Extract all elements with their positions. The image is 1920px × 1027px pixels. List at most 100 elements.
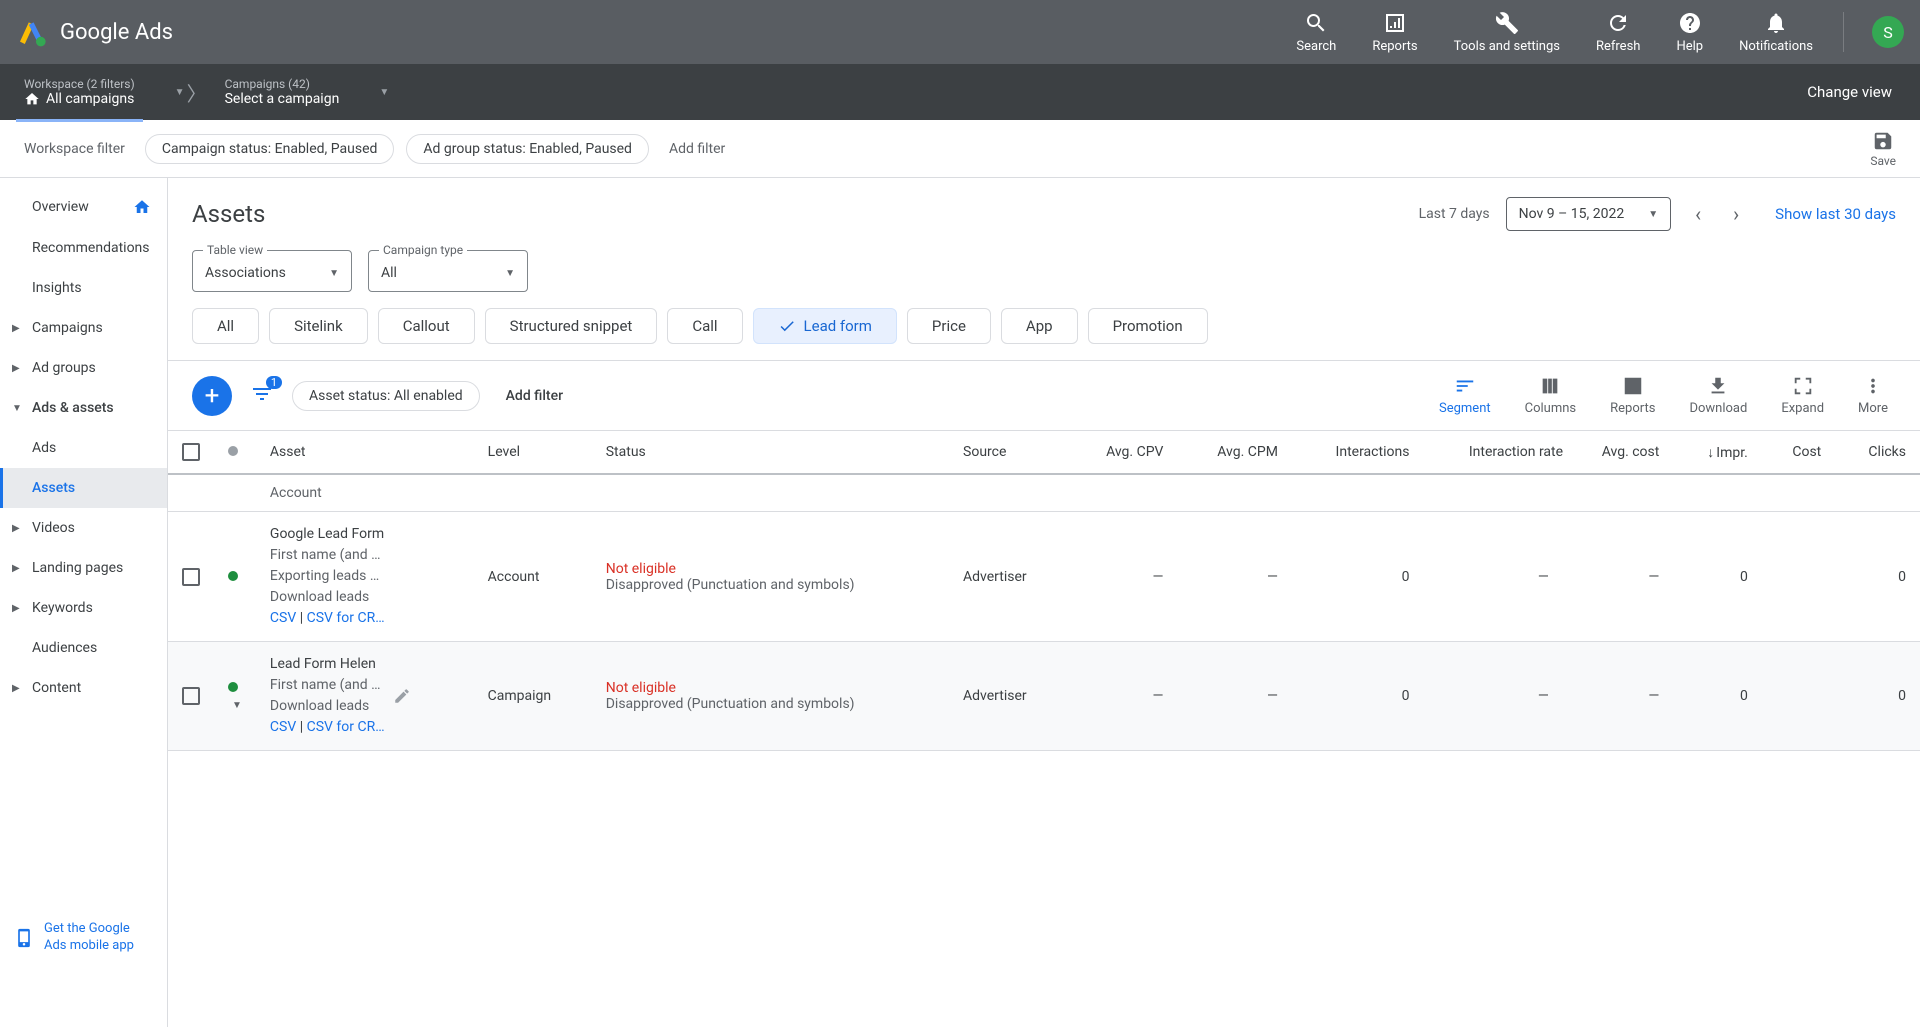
date-prev-button[interactable]: ‹: [1687, 194, 1709, 234]
tab-promotion[interactable]: Promotion: [1088, 308, 1208, 344]
col-avg-cpv[interactable]: Avg. CPV: [1067, 431, 1177, 474]
change-view-link[interactable]: Change view: [1787, 83, 1912, 101]
tab-app[interactable]: App: [1001, 308, 1078, 344]
sidebar-item-assets[interactable]: Assets: [0, 468, 167, 508]
nav-bar: Workspace (2 filters) All campaigns ▼ 〉 …: [0, 64, 1920, 120]
status-text: Not eligible: [606, 680, 935, 696]
filter-chip-adgroup-status[interactable]: Ad group status: Enabled, Paused: [406, 134, 649, 164]
expand-button[interactable]: Expand: [1773, 375, 1832, 416]
filter-chip-asset-status[interactable]: Asset status: All enabled: [292, 381, 480, 411]
sidebar-item-recommendations[interactable]: Recommendations: [0, 228, 167, 268]
chevron-right-icon: ▶: [12, 523, 22, 534]
chevron-down-icon[interactable]: ▼: [232, 700, 242, 711]
filter-count-badge: 1: [266, 376, 282, 389]
col-avg-cpm[interactable]: Avg. CPM: [1177, 431, 1291, 474]
row-checkbox[interactable]: [182, 568, 200, 586]
logo[interactable]: Google Ads: [16, 16, 173, 48]
filter-button[interactable]: 1: [250, 382, 274, 410]
edit-icon[interactable]: [393, 687, 411, 705]
download-button[interactable]: Download: [1681, 375, 1755, 416]
table-toolbar: + 1 Asset status: All enabled Add filter…: [168, 360, 1920, 431]
sidebar-item-ads-assets[interactable]: ▼Ads & assets: [0, 388, 167, 428]
csv-link[interactable]: CSV: [270, 610, 296, 626]
tab-all[interactable]: All: [192, 308, 259, 344]
google-ads-logo-icon: [16, 16, 48, 48]
tab-price[interactable]: Price: [907, 308, 991, 344]
chevron-down-icon: ▼: [329, 268, 339, 279]
add-filter-link[interactable]: Add filter: [498, 388, 571, 404]
chart-icon: [1622, 375, 1644, 397]
tab-lead-form[interactable]: Lead form: [753, 308, 897, 344]
home-icon: [24, 91, 40, 107]
col-cost[interactable]: Cost: [1762, 431, 1835, 474]
search-button[interactable]: Search: [1278, 11, 1354, 54]
col-avg-cost[interactable]: Avg. cost: [1563, 431, 1674, 474]
workspace-selector[interactable]: Workspace (2 filters) All campaigns: [8, 71, 151, 113]
sidebar-item-campaigns[interactable]: ▶Campaigns: [0, 308, 167, 348]
date-next-button[interactable]: ›: [1725, 194, 1747, 234]
tools-button[interactable]: Tools and settings: [1436, 11, 1578, 54]
chevron-right-icon: ▶: [12, 363, 22, 374]
col-asset[interactable]: Asset: [256, 431, 474, 474]
save-icon: [1872, 130, 1894, 152]
status-text: Not eligible: [606, 561, 935, 577]
add-button[interactable]: +: [192, 376, 232, 416]
content-area: Assets Last 7 days Nov 9 – 15, 2022 ▼ ‹ …: [168, 178, 1920, 1027]
reports-button[interactable]: Reports: [1602, 375, 1663, 416]
tab-structured-snippet[interactable]: Structured snippet: [485, 308, 658, 344]
filter-bar: Workspace filter Campaign status: Enable…: [0, 120, 1920, 178]
col-clicks[interactable]: Clicks: [1835, 431, 1920, 474]
col-interaction-rate[interactable]: Interaction rate: [1423, 431, 1562, 474]
col-status[interactable]: Status: [592, 431, 949, 474]
tab-call[interactable]: Call: [667, 308, 742, 344]
avatar[interactable]: S: [1872, 16, 1904, 48]
sidebar-item-landing-pages[interactable]: ▶Landing pages: [0, 548, 167, 588]
col-level[interactable]: Level: [474, 431, 592, 474]
sidebar-item-insights[interactable]: Insights: [0, 268, 167, 308]
sidebar-item-ads[interactable]: Ads: [0, 428, 167, 468]
col-impr[interactable]: ↓Impr.: [1673, 431, 1761, 474]
col-source[interactable]: Source: [949, 431, 1067, 474]
sidebar-item-videos[interactable]: ▶Videos: [0, 508, 167, 548]
csv-crm-link[interactable]: CSV for CR…: [307, 610, 385, 626]
sidebar-item-ad-groups[interactable]: ▶Ad groups: [0, 348, 167, 388]
chevron-down-icon[interactable]: ▼: [175, 87, 185, 98]
segment-button[interactable]: Segment: [1431, 375, 1499, 416]
chevron-down-icon[interactable]: ▼: [379, 87, 389, 98]
add-filter-link[interactable]: Add filter: [661, 141, 733, 157]
refresh-icon: [1606, 11, 1630, 35]
chevron-down-icon: ▼: [12, 403, 22, 414]
top-bar: Google Ads Search Reports Tools and sett…: [0, 0, 1920, 64]
campaign-selector[interactable]: Campaigns (42) Select a campaign: [209, 71, 356, 113]
mobile-app-promo[interactable]: Get the Google Ads mobile app: [8, 915, 140, 961]
sidebar-item-content[interactable]: ▶Content: [0, 668, 167, 708]
csv-crm-link[interactable]: CSV for CR…: [307, 719, 385, 735]
campaign-type-select[interactable]: Campaign type All ▼: [368, 250, 528, 292]
help-button[interactable]: Help: [1658, 11, 1721, 54]
table-row: Google Lead Form First name (and … Expor…: [168, 512, 1920, 642]
more-vert-icon: [1862, 375, 1884, 397]
select-all-checkbox[interactable]: [182, 443, 200, 461]
table-view-select[interactable]: Table view Associations ▼: [192, 250, 352, 292]
tab-sitelink[interactable]: Sitelink: [269, 308, 368, 344]
col-interactions[interactable]: Interactions: [1292, 431, 1424, 474]
tab-callout[interactable]: Callout: [378, 308, 475, 344]
more-button[interactable]: More: [1850, 375, 1896, 416]
sidebar-item-audiences[interactable]: Audiences: [0, 628, 167, 668]
columns-button[interactable]: Columns: [1517, 375, 1585, 416]
save-button[interactable]: Save: [1870, 130, 1896, 168]
help-icon: [1678, 11, 1702, 35]
check-icon: [778, 317, 796, 335]
refresh-button[interactable]: Refresh: [1578, 11, 1658, 54]
date-range-picker[interactable]: Nov 9 – 15, 2022 ▼: [1506, 197, 1671, 231]
notifications-button[interactable]: Notifications: [1721, 11, 1831, 54]
row-checkbox[interactable]: [182, 687, 200, 705]
sidebar-item-overview[interactable]: Overview: [0, 186, 167, 228]
csv-link[interactable]: CSV: [270, 719, 296, 735]
view-controls: Table view Associations ▼ Campaign type …: [168, 250, 1920, 308]
sidebar-item-keywords[interactable]: ▶Keywords: [0, 588, 167, 628]
asset-type-tabs: All Sitelink Callout Structured snippet …: [168, 308, 1920, 360]
filter-chip-campaign-status[interactable]: Campaign status: Enabled, Paused: [145, 134, 395, 164]
show-30-days-link[interactable]: Show last 30 days: [1763, 205, 1896, 223]
reports-button[interactable]: Reports: [1354, 11, 1435, 54]
